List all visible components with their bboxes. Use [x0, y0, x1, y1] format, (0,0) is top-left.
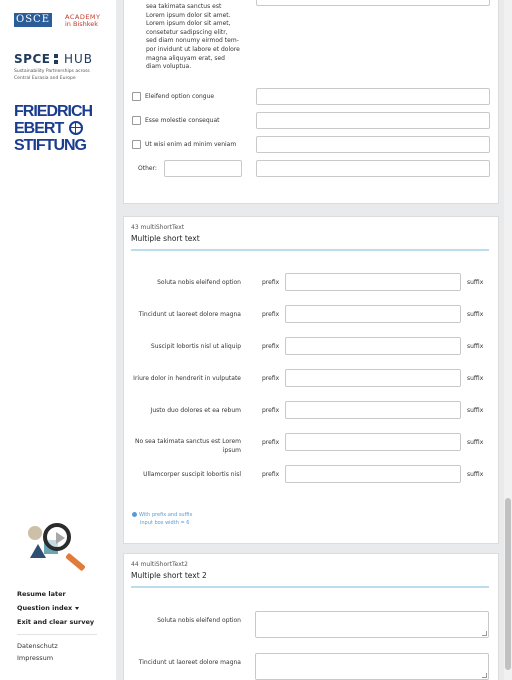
q43-row-input[interactable] — [285, 401, 461, 419]
q43-row-label: Justo duo dolores et ea rebum — [150, 407, 241, 414]
q42-option-checkbox[interactable] — [132, 116, 141, 125]
fes-line-2: EBERT — [14, 120, 64, 137]
q43-row-label: Soluta nobis eleifend option — [157, 279, 241, 286]
q44-row-label: Tincidunt ut laoreet dolore magna — [138, 659, 241, 666]
q44-row-textarea[interactable] — [255, 611, 489, 638]
osce-bishkek-text: in Bishkek — [65, 20, 99, 28]
question-code: 43 multiShortText — [131, 224, 185, 231]
prefix-label: prefix — [262, 279, 280, 286]
main-content: sea takimata sanctus est Lorem ipsum dol… — [116, 0, 504, 680]
q42-other-comment[interactable] — [256, 160, 490, 177]
q43-row-label: Iriure dolor in hendrerit in vulputate — [133, 375, 241, 382]
prefix-label: prefix — [262, 375, 280, 382]
fes-line-3: STIFTUNG — [14, 137, 87, 154]
q43-row-input[interactable] — [285, 305, 461, 323]
play-icon — [56, 532, 65, 544]
spce-text: SPCE — [14, 52, 51, 66]
q43-row-label: Tincidunt ut laoreet dolore magna — [138, 311, 241, 318]
osce-mark: OSCE — [14, 13, 52, 27]
question-44-card: 44 multiShortText2 Multiple short text 2… — [123, 553, 499, 680]
globe-icon — [69, 121, 83, 135]
fes-logo: FRIEDRICH EBERT STIFTUNG — [14, 103, 104, 157]
suffix-label: suffix — [467, 343, 484, 350]
suffix-label: suffix — [467, 311, 484, 318]
osce-academy-logo: OSCE ACADEMY in Bishkek — [14, 13, 104, 29]
q42-text-line: consetetur sadipscing elitr, — [146, 28, 228, 36]
question-title: Multiple short text — [131, 234, 200, 243]
suffix-label: suffix — [467, 279, 484, 286]
q42-text-line: Lorem ipsum dolor sit amet. — [146, 11, 231, 19]
prefix-label: prefix — [262, 343, 280, 350]
question-code: 44 multiShortText2 — [131, 561, 188, 568]
q42-text-line: diam voluptua. — [146, 63, 192, 71]
q42-option-label: Esse molestie consequat — [145, 117, 220, 124]
caret-down-icon — [75, 606, 80, 610]
q42-option-label: Eleifend option congue — [145, 93, 215, 100]
q43-row-input[interactable] — [285, 433, 461, 451]
sidebar: OSCE ACADEMY in Bishkek SPCE HUB Sustain… — [0, 0, 116, 680]
resize-handle-icon[interactable] — [482, 631, 487, 636]
q43-row-input[interactable] — [285, 465, 461, 483]
prefix-label: prefix — [262, 439, 280, 446]
info-icon — [132, 512, 137, 517]
prefix-label: prefix — [262, 407, 280, 414]
q42-text-line: sea takimata sanctus est — [146, 3, 222, 10]
q42-text-line: sed diam nonumy eirmod tem- — [146, 37, 239, 45]
q43-row-label: Suscipit lobortis nisl ut aliquip — [150, 343, 241, 350]
datenschutz-link[interactable]: Datenschutz — [17, 642, 58, 650]
question-title-underline — [131, 586, 489, 588]
q43-row-label: No sea takimata sanctus est Lorem ipsum — [134, 438, 241, 454]
question-43-card: 43 multiShortText Multiple short text So… — [123, 216, 499, 544]
spce-subtitle-1: Sustainability Partnerships across — [14, 69, 90, 74]
q42-text-line: magna aliquyam erat, sed — [146, 54, 225, 62]
question-42-card: sea takimata sanctus est Lorem ipsum dol… — [123, 0, 499, 204]
q42-other-input[interactable] — [164, 160, 242, 177]
hub-text: HUB — [64, 52, 94, 66]
dots-icon — [54, 54, 58, 64]
q42-other-label: Other: — [138, 165, 157, 172]
resume-later-link[interactable]: Resume later — [17, 590, 66, 598]
q44-row-label: Soluta nobis eleifend option — [157, 617, 241, 624]
q43-row-label: Ullamcorper suscipit lobortis nisl — [143, 471, 241, 478]
q42-text-block: sea takimata sanctus est Lorem ipsum dol… — [146, 3, 244, 72]
q43-help-line-2: input box width = 6 — [140, 520, 190, 526]
spce-subtitle-2: Central Eurasia and Europe — [14, 76, 76, 81]
magnifier-illustration — [26, 520, 92, 572]
suffix-label: suffix — [467, 439, 484, 446]
spce-hub-logo: SPCE HUB Sustainability Partnerships acr… — [14, 52, 109, 84]
q42-option-comment[interactable] — [256, 88, 490, 105]
impressum-link[interactable]: Impressum — [17, 654, 53, 662]
fes-line-1: FRIEDRICH — [14, 103, 93, 120]
sidebar-divider — [17, 634, 97, 635]
q42-option-comment[interactable] — [256, 136, 490, 153]
q42-text-line: por invidunt ut labore et dolore — [146, 45, 240, 53]
page-scrollbar-thumb[interactable] — [505, 498, 511, 670]
q42-text-line: Lorem ipsum dolor sit amet, — [146, 20, 231, 28]
question-index-link[interactable]: Question index — [17, 604, 80, 612]
question-title: Multiple short text 2 — [131, 571, 207, 580]
suffix-label: suffix — [467, 471, 484, 478]
prefix-label: prefix — [262, 311, 280, 318]
suffix-label: suffix — [467, 407, 484, 414]
prefix-label: prefix — [262, 471, 280, 478]
question-index-label: Question index — [17, 604, 73, 612]
resize-handle-icon[interactable] — [482, 673, 487, 678]
q42-option-comment[interactable] — [256, 112, 490, 129]
q42-option-checkbox[interactable] — [132, 140, 141, 149]
exit-clear-survey-link[interactable]: Exit and clear survey — [17, 618, 94, 626]
suffix-label: suffix — [467, 375, 484, 382]
q43-help-line-1: With prefix and suffix — [139, 512, 193, 518]
q42-option-label: Ut wisi enim ad minim veniam — [145, 141, 237, 148]
question-title-underline — [131, 249, 489, 251]
q43-row-input[interactable] — [285, 369, 461, 387]
q43-help: With prefix and suffix input box width =… — [132, 511, 192, 527]
q43-row-input[interactable] — [285, 337, 461, 355]
q42-option-checkbox[interactable] — [132, 92, 141, 101]
q43-row-input[interactable] — [285, 273, 461, 291]
q44-row-textarea[interactable] — [255, 653, 489, 680]
q42-comment-input[interactable] — [256, 0, 490, 6]
